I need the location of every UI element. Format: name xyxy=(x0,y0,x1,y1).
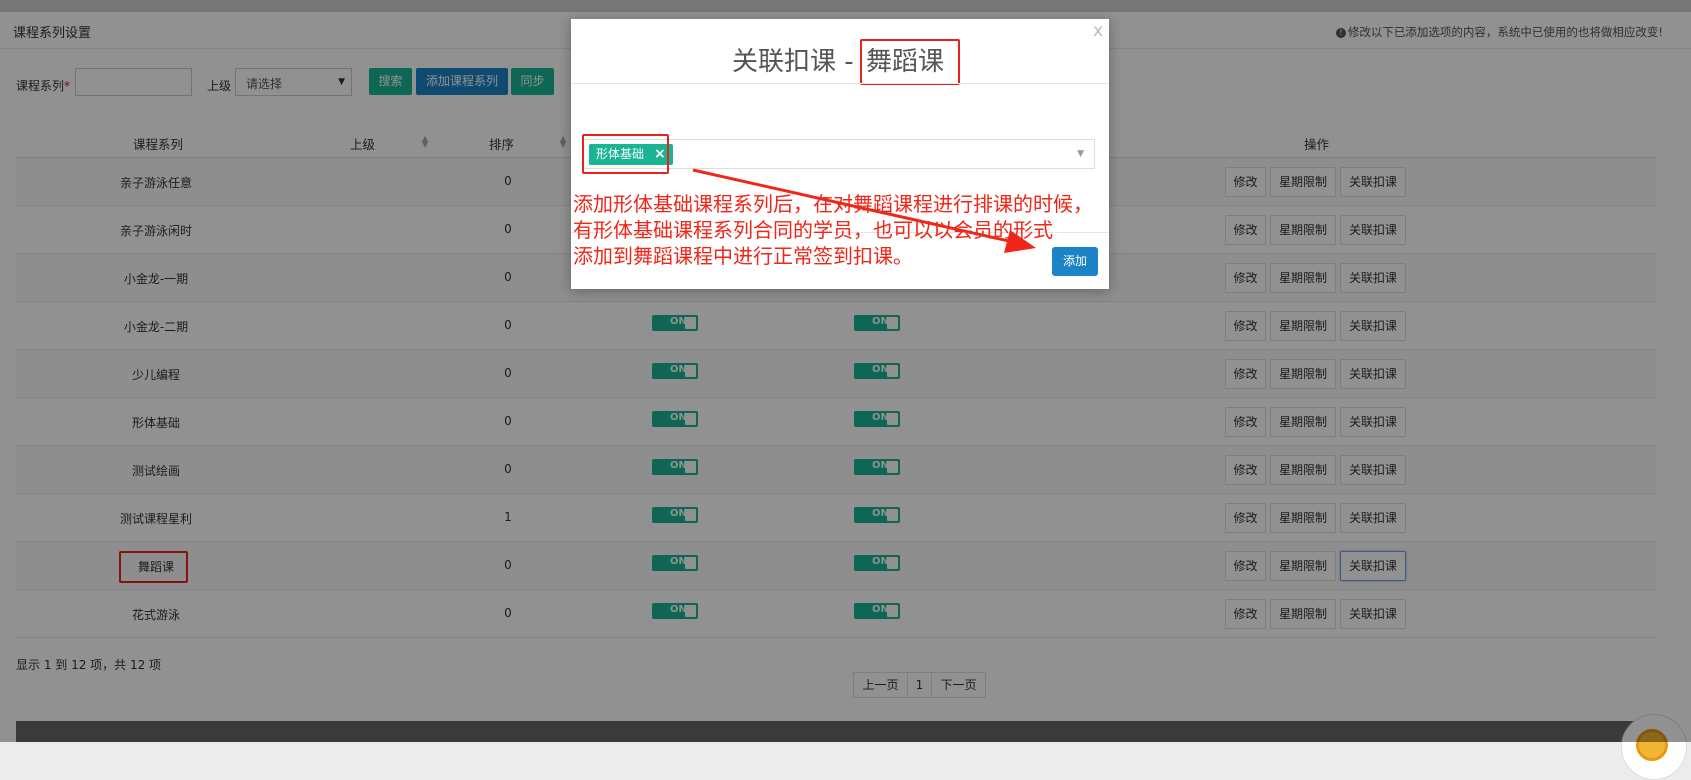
modal-title-course: 舞蹈课 xyxy=(859,39,960,85)
annotation-line-1: 添加形体基础课程系列后，在对舞蹈课程进行排课的时候， xyxy=(573,192,1093,216)
close-icon[interactable]: x xyxy=(1093,21,1103,41)
modal-title-prefix: 关联扣课 - xyxy=(732,47,862,77)
annotation-text: 添加形体基础课程系列后，在对舞蹈课程进行排课的时候， 有形体基础课程系列合同的学… xyxy=(573,191,1111,269)
modal-title: 关联扣课 - 舞蹈课 xyxy=(571,39,1109,85)
chevron-down-icon[interactable]: ▼ xyxy=(1077,149,1084,159)
highlight-box-chip xyxy=(582,134,669,174)
link-deduction-modal: x 关联扣课 - 舞蹈课 形体基础 × ▼ 添加 添加形体基础课程系列后，在对舞蹈… xyxy=(571,19,1109,289)
highlight-box-title xyxy=(859,39,960,85)
modal-divider xyxy=(571,83,1109,84)
annotation-line-2: 有形体基础课程系列合同的学员，也可以以会员的形式 xyxy=(573,218,1053,242)
annotation-line-3: 添加到舞蹈课程中进行正常签到扣课。 xyxy=(573,244,913,268)
